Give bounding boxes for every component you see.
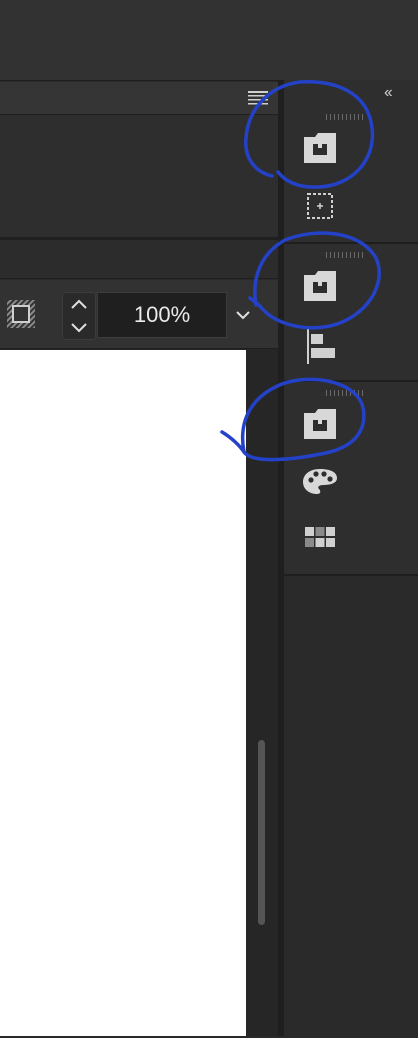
panel-body (0, 115, 278, 240)
zoom-level-input[interactable]: 100% (97, 292, 227, 338)
zoom-stepper[interactable] (62, 292, 96, 340)
zoom-dropdown-button[interactable] (230, 300, 256, 330)
dock-separator (284, 380, 418, 382)
chevron-up-icon[interactable] (71, 299, 87, 309)
swatches-icon[interactable] (300, 518, 340, 558)
library-folder-icon[interactable] (300, 128, 340, 168)
panel-group-grip[interactable] (326, 252, 366, 258)
vertical-scrollbar[interactable] (258, 740, 265, 925)
application-bar (0, 0, 418, 81)
panel-group-grip[interactable] (326, 390, 366, 396)
panel-menu-icon[interactable] (248, 90, 268, 106)
artboard-icon[interactable] (300, 186, 340, 226)
frame-icon (7, 300, 35, 328)
panel-group-grip[interactable] (326, 114, 366, 120)
chevron-down-icon (236, 311, 250, 320)
collapse-dock-button[interactable]: ‹‹ (384, 84, 408, 102)
document-page[interactable] (0, 350, 246, 1036)
chevron-down-icon[interactable] (71, 323, 87, 333)
library-folder-icon[interactable] (300, 404, 340, 444)
dock-separator (284, 242, 418, 244)
library-folder-icon[interactable] (300, 266, 340, 306)
panel-header (0, 82, 278, 115)
align-left-icon[interactable] (300, 326, 340, 366)
dock-empty-area (284, 574, 418, 1038)
color-palette-icon[interactable] (300, 462, 340, 502)
document-tab-strip (0, 240, 278, 279)
frame-toggle-button[interactable] (6, 298, 36, 330)
